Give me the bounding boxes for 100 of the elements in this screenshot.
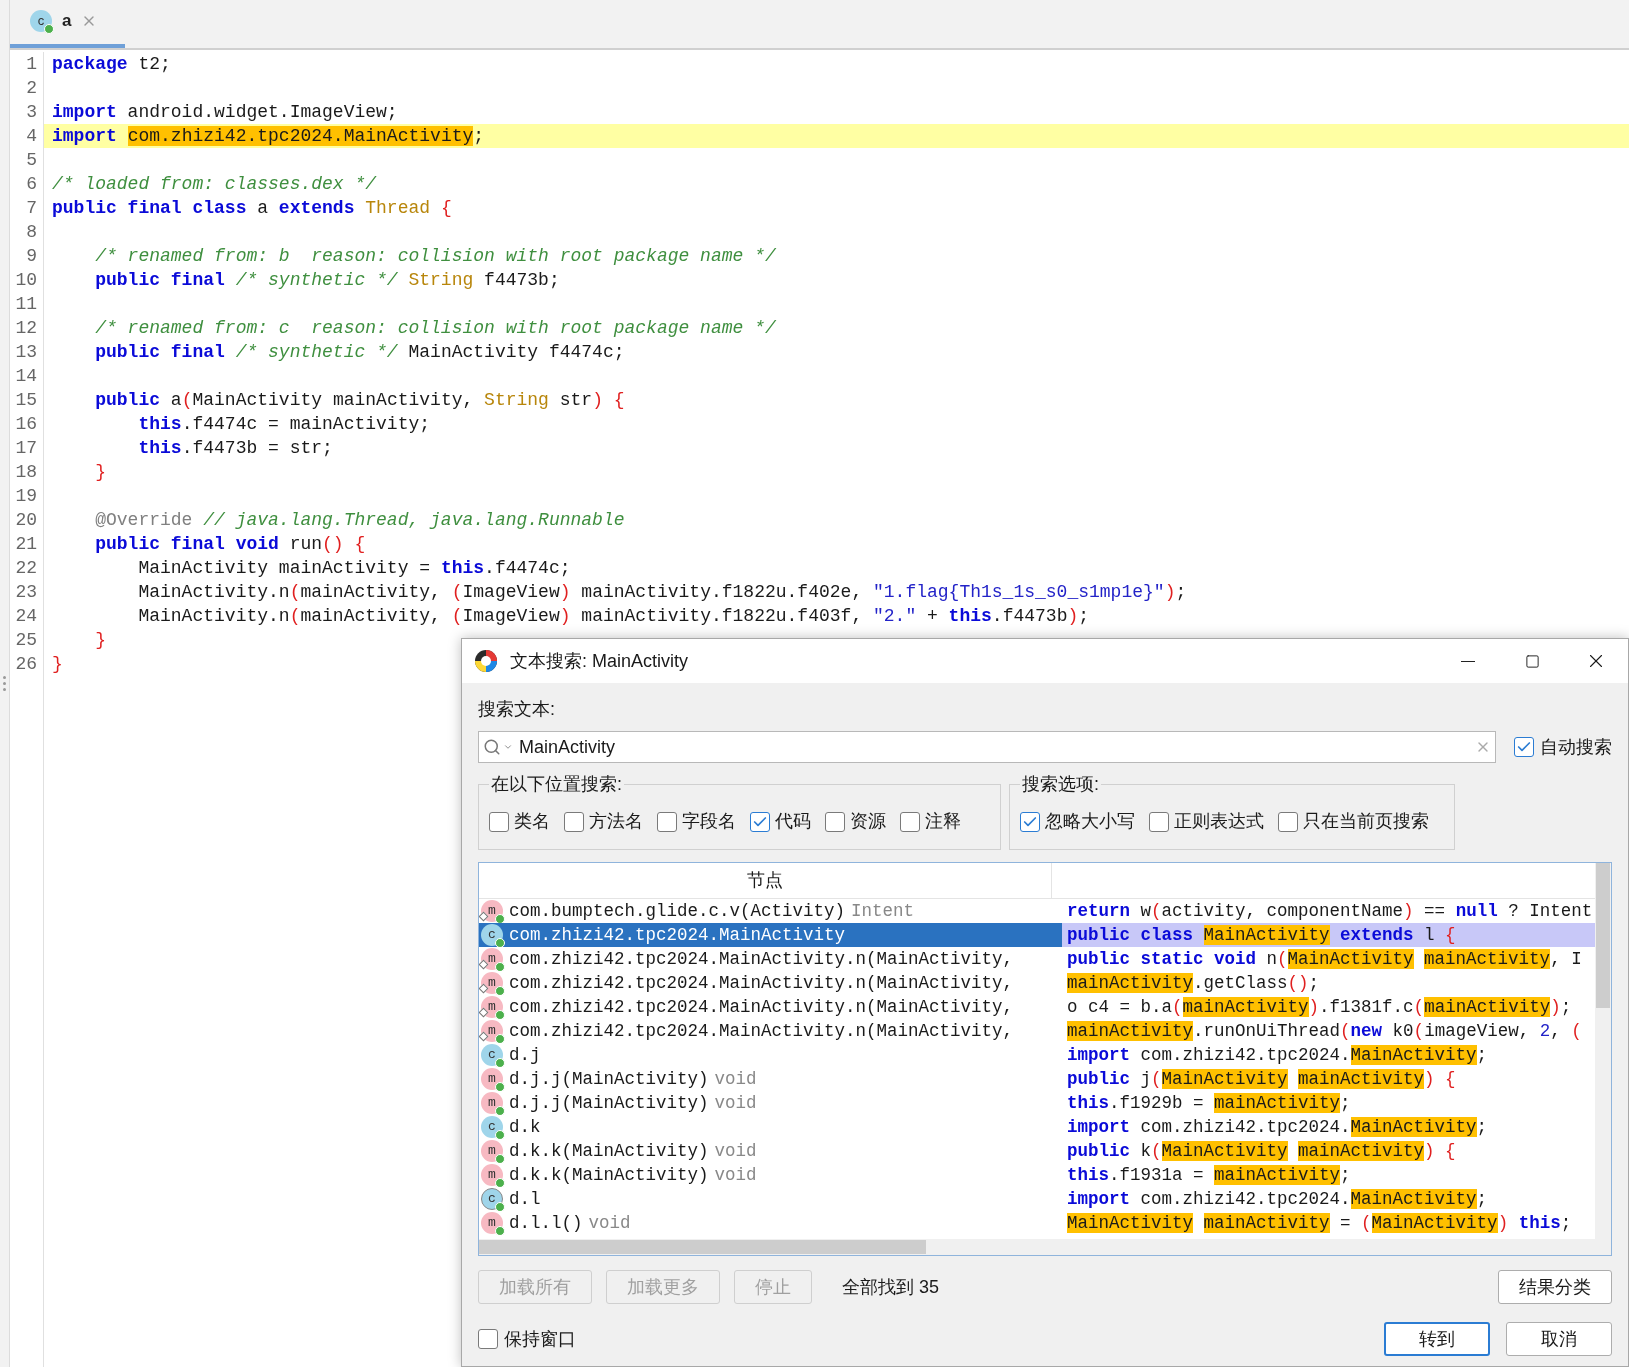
result-row[interactable]: m d.k.k(MainActivity) void <box>479 1139 1052 1163</box>
result-row[interactable]: c d.l <box>479 1187 1052 1211</box>
checkbox[interactable] <box>1020 811 1040 832</box>
code-line: MainActivity.n(mainActivity, (ImageView) mainActivity.f1822u.f402e, "1.flag{Th1s_1s_s0_s1mp1e}"); <box>137 582 1187 602</box>
editor-tab[interactable]: c a <box>10 0 125 48</box>
checkbox-label: 自动搜索 <box>1540 735 1612 759</box>
code-snippet: mainActivity.getClass(); <box>1067 971 1320 995</box>
line-number: 9 <box>26 245 37 268</box>
code-line: public final /* synthetic */ String f4473b; <box>94 270 560 290</box>
dialog-button[interactable]: 取消 <box>1506 1322 1612 1356</box>
checkbox-label: 类名 <box>514 810 550 833</box>
result-row[interactable]: c d.k <box>479 1115 1052 1139</box>
code-line: } <box>94 462 106 482</box>
code-line: /* renamed from: b reason: collision with root package name */ <box>94 246 776 266</box>
result-row[interactable]: m com.zhizi42.tpc2024.MainActivity.n(MainActivity, <box>479 1019 1052 1043</box>
checkbox[interactable] <box>657 811 677 832</box>
node-name: com.zhizi42.tpc2024.MainActivity.n(MainActivity, <box>509 1019 1014 1043</box>
code-line: this.f4473b = str; <box>137 438 333 458</box>
method-icon: m <box>481 948 503 970</box>
search-field[interactable]: MainActivity <box>478 731 1496 763</box>
result-row[interactable]: m com.zhizi42.tpc2024.MainActivity.n(MainActivity, <box>479 947 1052 971</box>
method-icon: m <box>481 1140 503 1162</box>
result-row[interactable]: c com.zhizi42.tpc2024.MainActivity <box>479 923 1052 947</box>
method-icon: m <box>481 900 503 922</box>
vertical-scrollbar[interactable] <box>1595 863 1611 1255</box>
line-number: 25 <box>15 629 37 652</box>
code-line: } <box>94 630 106 650</box>
node-name: d.j.j(MainActivity) <box>509 1067 709 1091</box>
line-number: 11 <box>15 293 37 316</box>
group-title: 在以下位置搜索: <box>490 773 623 796</box>
method-icon: m <box>481 972 503 994</box>
method-icon: m <box>481 1212 503 1234</box>
checkbox[interactable] <box>1149 811 1169 832</box>
return-type: void <box>588 1211 631 1235</box>
result-row[interactable]: c d.j <box>479 1043 1052 1067</box>
code-snippet: import com.zhizi42.tpc2024.MainActivity; <box>1067 1187 1488 1211</box>
line-number: 19 <box>15 485 37 508</box>
checkbox[interactable] <box>1514 737 1534 757</box>
node-name: d.l.l() <box>509 1211 583 1235</box>
checkbox-label: 正则表达式 <box>1174 810 1264 833</box>
return-type: void <box>714 1139 757 1163</box>
line-number: 20 <box>15 509 37 532</box>
node-name: com.bumptech.glide.c.v(Activity) <box>509 899 846 923</box>
line-number: 7 <box>26 197 37 220</box>
search-icon <box>483 738 501 756</box>
result-row[interactable]: m d.k.k(MainActivity) void <box>479 1163 1052 1187</box>
app-logo-icon <box>474 649 498 673</box>
line-number: 4 <box>26 125 37 148</box>
return-type: void <box>714 1091 757 1115</box>
dialog-title: 文本搜索: MainActivity <box>510 649 689 673</box>
node-name: com.zhizi42.tpc2024.MainActivity <box>509 923 846 947</box>
column-header[interactable]: 节点 <box>479 863 1052 898</box>
code-line: public final /* synthetic */ MainActivity f4474c; <box>94 342 625 362</box>
code-line: MainActivity mainActivity = this.f4474c; <box>137 558 571 578</box>
result-row[interactable]: m d.j.j(MainActivity) void <box>479 1091 1052 1115</box>
checkbox[interactable] <box>478 1329 498 1349</box>
checkbox[interactable] <box>825 811 845 832</box>
result-count: 全部找到 35 <box>842 1275 940 1299</box>
class-icon: c <box>481 924 503 946</box>
code-line: import android.widget.ImageView; <box>52 102 398 122</box>
code-line: } <box>52 654 63 674</box>
checkbox[interactable] <box>564 811 584 832</box>
checkbox[interactable] <box>1278 811 1298 832</box>
method-icon: m <box>481 1164 503 1186</box>
node-name: com.zhizi42.tpc2024.MainActivity.n(MainActivity, <box>509 971 1014 995</box>
line-number: 12 <box>15 317 37 340</box>
result-row[interactable]: m d.l.l() void <box>479 1211 1052 1235</box>
caret-icon <box>503 742 513 752</box>
node-name: d.l <box>509 1187 541 1211</box>
checkbox[interactable] <box>900 811 920 832</box>
line-number: 17 <box>15 437 37 460</box>
method-icon: m <box>481 996 503 1018</box>
code-snippet: o c4 = b.a(mainActivity).f1381f.c(mainActivity); <box>1067 995 1572 1019</box>
group-results-button[interactable]: 结果分类 <box>1498 1270 1612 1304</box>
line-number: 26 <box>15 653 37 676</box>
result-row[interactable]: m d.j.j(MainActivity) void <box>479 1067 1052 1091</box>
checkbox-label: 只在当前页搜索 <box>1303 810 1429 833</box>
checkbox[interactable] <box>750 811 770 832</box>
search-input[interactable]: MainActivity <box>519 733 1473 761</box>
node-name: com.zhizi42.tpc2024.MainActivity.n(MainActivity, <box>509 995 1014 1019</box>
code-snippet: return w(activity, componentName) == null ? Intent <box>1067 899 1593 923</box>
checkbox[interactable] <box>489 811 509 832</box>
result-row[interactable]: m com.zhizi42.tpc2024.MainActivity.n(MainActivity, <box>479 995 1052 1019</box>
line-number: 8 <box>26 221 37 244</box>
code-snippet: public j(MainActivity mainActivity) { <box>1067 1067 1456 1091</box>
dialog-button[interactable]: 转到 <box>1384 1322 1490 1356</box>
method-icon: m <box>481 1092 503 1114</box>
class-icon: c <box>481 1044 503 1066</box>
checkbox-label: 保持窗口 <box>504 1327 576 1351</box>
node-name: com.zhizi42.tpc2024.MainActivity.n(MainActivity, <box>509 947 1014 971</box>
line-number: 3 <box>26 101 37 124</box>
node-name: d.k <box>509 1115 541 1139</box>
class-icon: c <box>30 10 52 32</box>
code-snippet: import com.zhizi42.tpc2024.MainActivity; <box>1067 1115 1488 1139</box>
line-number: 5 <box>26 149 37 172</box>
code-snippet: mainActivity.runOnUiThread(new k0(imageView, 2, ( <box>1067 1019 1582 1043</box>
checkbox-label: 字段名 <box>682 810 736 833</box>
result-row[interactable]: m com.zhizi42.tpc2024.MainActivity.n(MainActivity, <box>479 971 1052 995</box>
selection-marker <box>1052 923 1062 947</box>
horizontal-scrollbar[interactable] <box>479 1239 1595 1255</box>
